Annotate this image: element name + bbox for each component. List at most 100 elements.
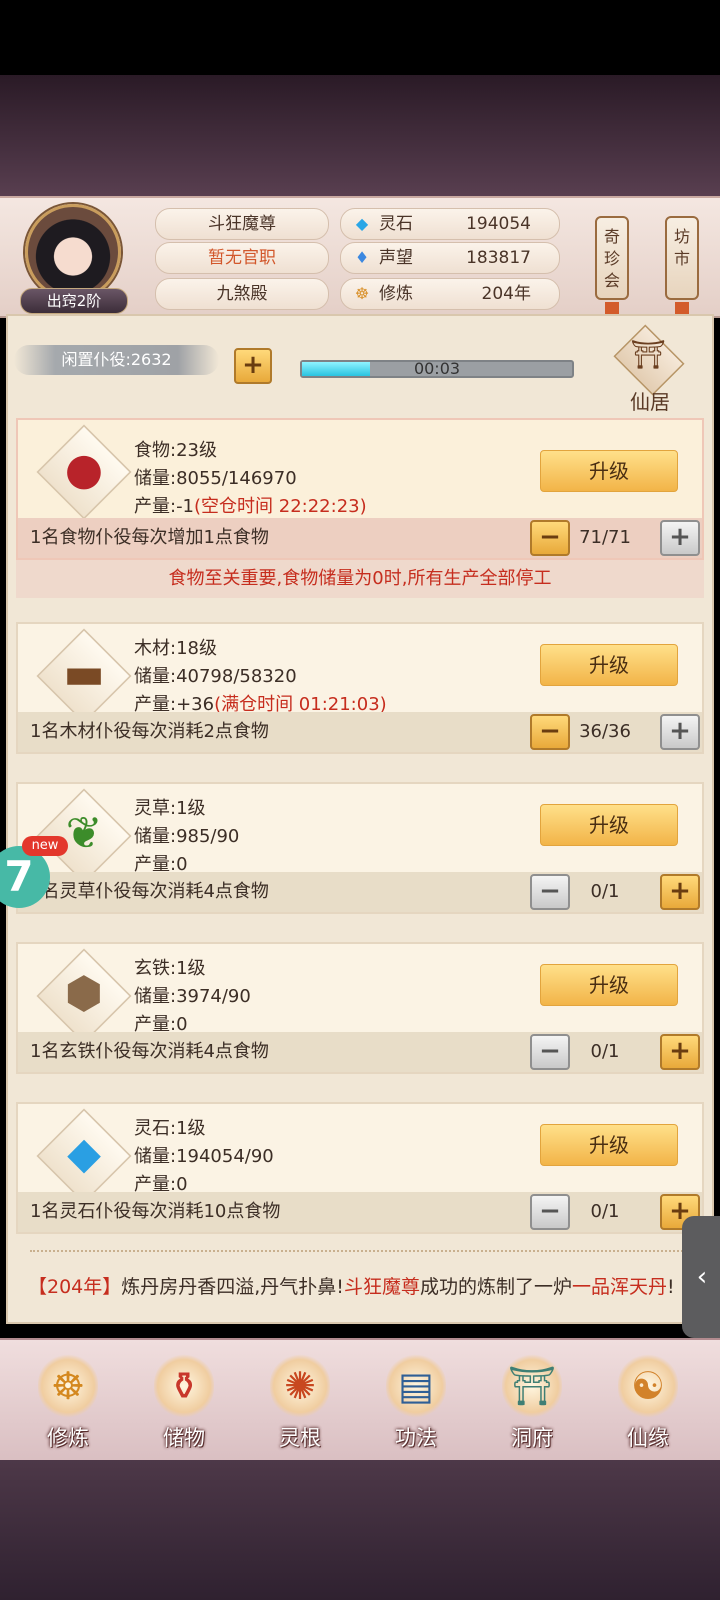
nav-label: 灵根	[279, 1426, 321, 1450]
upgrade-button[interactable]: 升级	[540, 804, 678, 846]
cave-mansion-icon: ⛩	[502, 1354, 562, 1418]
servant-bar: 1名灵草仆役每次消耗4点食物 − 0/1 +	[18, 872, 702, 912]
residence-label[interactable]: 仙居	[610, 386, 690, 415]
servant-bar: 1名食物仆役每次增加1点食物 − 71/71 +	[18, 518, 702, 558]
production-card-food: ● 食物:23级 储量:8055/146970 产量:-1(空仓时间 22:22…	[16, 418, 704, 560]
nav-storage[interactable]: ⚱ 储物	[138, 1348, 230, 1458]
spirit-stone-icon: ◆	[67, 1128, 101, 1179]
nav-technique[interactable]: ▤ 功法	[370, 1348, 462, 1458]
spirit-stone-icon: ◆	[355, 214, 369, 233]
player-name: 斗狂魔尊	[155, 208, 329, 240]
servant-desc: 1名玄铁仆役每次消耗4点食物	[30, 1041, 269, 1062]
item-name-level: 木材:18级	[134, 638, 217, 659]
add-servant-button[interactable]: +	[660, 874, 700, 910]
log-text: !	[666, 1276, 675, 1298]
add-servant-button[interactable]: +	[660, 520, 700, 556]
nav-cave-mansion[interactable]: ⛩ 洞府	[486, 1348, 578, 1458]
log-actor: 斗狂魔尊	[343, 1276, 420, 1298]
add-servant-button[interactable]: +	[660, 714, 700, 750]
cultivate-icon: ☸	[38, 1354, 98, 1418]
servant-desc: 1名灵石仆役每次消耗10点食物	[30, 1201, 281, 1222]
item-storage: 储量:8055/146970	[134, 468, 297, 489]
player-header: 出窍2阶 斗狂魔尊 暂无官职 九煞殿 ◆ 灵石 194054 ♦ 声望 1838…	[0, 196, 720, 328]
servant-desc: 1名灵草仆役每次消耗4点食物	[30, 881, 269, 902]
nav-cultivate[interactable]: ☸ 修炼	[22, 1348, 114, 1458]
timer-text: 00:03	[413, 359, 461, 378]
cultivation-icon: ☸	[354, 284, 370, 303]
idle-servants-label: 闲置仆役:2632	[14, 345, 219, 375]
log-year: 【204年】	[28, 1276, 122, 1298]
servant-count: 0/1	[590, 1201, 620, 1222]
pavilion-icon[interactable]: ⛩	[626, 338, 670, 371]
item-storage: 储量:3974/90	[134, 986, 251, 1007]
item-name-level: 灵石:1级	[134, 1118, 206, 1139]
chevron-left-icon: ‹	[696, 1262, 708, 1292]
upgrade-button[interactable]: 升级	[540, 450, 678, 492]
add-servant-button[interactable]: +	[660, 1034, 700, 1070]
log-item: 一品浑天丹	[571, 1276, 667, 1298]
reputation-icon: ♦	[354, 248, 370, 267]
production-card-spirit-stone: ◆ 灵石:1级 储量:194054/90 产量:0 升级 1名灵石仆役每次消耗1…	[16, 1102, 704, 1234]
storage-bag-icon: ⚱	[154, 1354, 214, 1418]
item-name-level: 食物:23级	[134, 440, 217, 461]
item-name-level: 玄铁:1级	[134, 958, 206, 979]
log-text: 成功的炼制了一炉	[419, 1276, 572, 1298]
servant-desc: 1名食物仆役每次增加1点食物	[30, 527, 269, 548]
upgrade-button[interactable]: 升级	[540, 1124, 678, 1166]
servant-count: 36/36	[579, 721, 631, 742]
servant-bar: 1名玄铁仆役每次消耗4点食物 − 0/1 +	[18, 1032, 702, 1072]
nav-spirit-root[interactable]: ✺ 灵根	[254, 1348, 346, 1458]
nav-fate[interactable]: ☯ 仙缘	[602, 1348, 694, 1458]
item-storage: 储量:985/90	[134, 826, 240, 847]
fate-icon: ☯	[618, 1354, 678, 1418]
production-card-iron: ⬢ 玄铁:1级 储量:3974/90 产量:0 升级 1名玄铁仆役每次消耗4点食…	[16, 942, 704, 1074]
top-background	[0, 75, 720, 200]
resource-spirit-stone: ◆ 灵石 194054	[340, 208, 560, 240]
servant-bar: 1名木材仆役每次消耗2点食物 − 36/36 +	[18, 712, 702, 752]
nav-label: 功法	[395, 1426, 437, 1450]
avatar[interactable]	[25, 204, 121, 300]
side-drawer-toggle[interactable]: ‹	[682, 1216, 720, 1338]
new-badge: new	[22, 836, 68, 856]
market-button[interactable]: 坊市	[665, 216, 699, 300]
log-text: 炼丹房丹香四溢,丹气扑鼻!	[121, 1276, 344, 1298]
avatar-frame[interactable]: 出窍2阶	[20, 204, 128, 314]
iron-ore-icon: ⬢	[64, 968, 104, 1019]
bottom-background	[0, 1460, 720, 1600]
wood-icon: ▬	[63, 648, 105, 699]
item-storage: 储量:194054/90	[134, 1146, 274, 1167]
treasure-auction-button[interactable]: 奇珍会	[595, 216, 629, 300]
resource-reputation: ♦ 声望 183817	[340, 242, 560, 274]
ornament-divider	[30, 1250, 690, 1260]
official-title[interactable]: 暂无官职	[155, 242, 329, 274]
technique-book-icon: ▤	[386, 1354, 446, 1418]
add-servant-button[interactable]: +	[234, 348, 272, 384]
item-output: 产量:-1	[134, 496, 195, 517]
upgrade-button[interactable]: 升级	[540, 964, 678, 1006]
rank-badge: 出窍2阶	[20, 288, 128, 314]
resource-cultivation: ☸ 修炼 204年	[340, 278, 560, 310]
nav-label: 洞府	[511, 1426, 553, 1450]
nav-label: 仙缘	[627, 1426, 669, 1450]
food-warning: 食物至关重要,食物储量为0时,所有生产全部停工	[16, 560, 704, 598]
herb-icon: ❦	[65, 808, 103, 859]
bottom-nav: ☸ 修炼 ⚱ 储物 ✺ 灵根 ▤ 功法 ⛩ 洞府 ☯ 仙缘	[0, 1338, 720, 1464]
item-time-note: (空仓时间 22:22:23)	[194, 496, 367, 517]
status-bar-area	[0, 0, 720, 75]
servant-count: 71/71	[579, 527, 631, 548]
production-card-herb: ❦ 灵草:1级 储量:985/90 产量:0 升级 1名灵草仆役每次消耗4点食物…	[16, 782, 704, 914]
event-log: 【204年】炼丹房丹香四溢,丹气扑鼻!斗狂魔尊成功的炼制了一炉一品浑天丹!	[28, 1272, 688, 1302]
servant-desc: 1名木材仆役每次消耗2点食物	[30, 721, 269, 742]
nav-label: 修炼	[47, 1426, 89, 1450]
item-name-level: 灵草:1级	[134, 798, 206, 819]
meat-icon: ●	[64, 444, 104, 495]
upgrade-button[interactable]: 升级	[540, 644, 678, 686]
production-card-wood: ▬ 木材:18级 储量:40798/58320 产量:+36(满仓时间 01:2…	[16, 622, 704, 754]
sect-name[interactable]: 九煞殿	[155, 278, 329, 310]
servant-count: 0/1	[590, 881, 620, 902]
servant-bar: 1名灵石仆役每次消耗10点食物 − 0/1 +	[18, 1192, 702, 1232]
nav-label: 储物	[163, 1426, 205, 1450]
servant-count: 0/1	[590, 1041, 620, 1062]
item-storage: 储量:40798/58320	[134, 666, 297, 687]
production-timer-bar: 00:03	[300, 360, 574, 378]
